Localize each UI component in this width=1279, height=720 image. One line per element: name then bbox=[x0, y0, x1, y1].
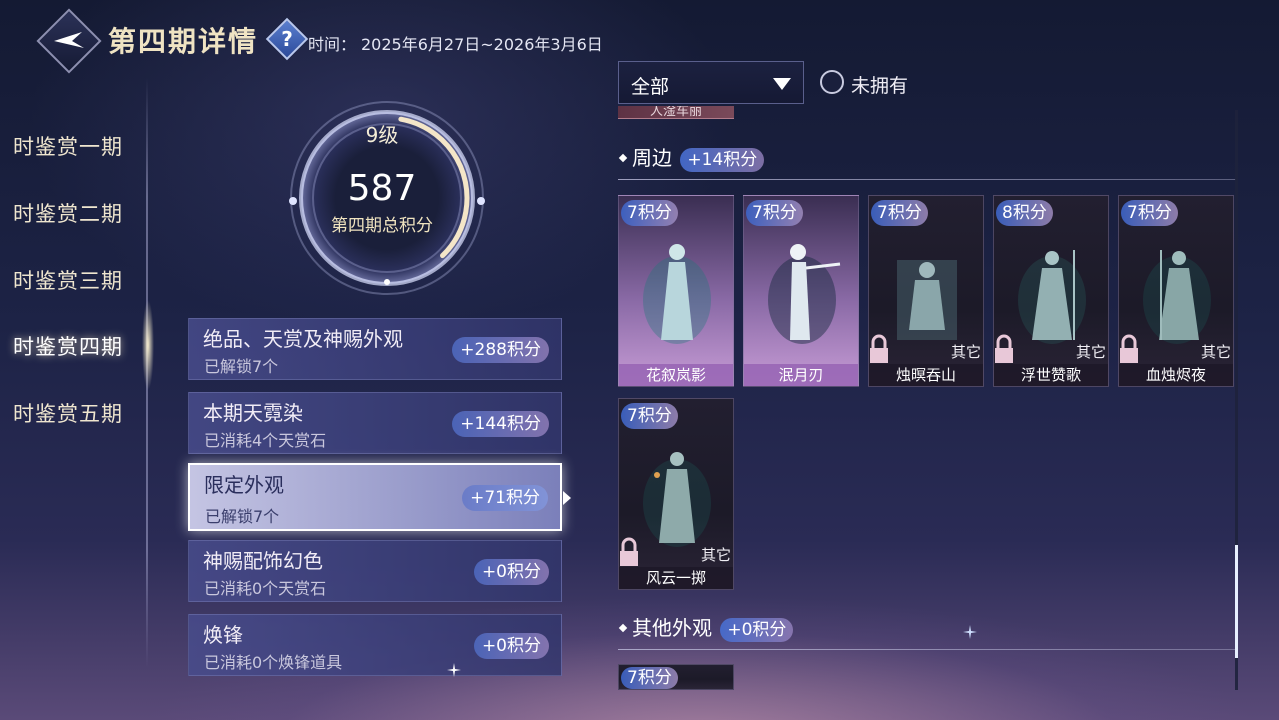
category-subtitle: 已消耗4个天赏石 bbox=[204, 431, 327, 450]
section-divider bbox=[618, 179, 1236, 180]
nav-item-period-4[interactable]: 时鉴赏四期 bbox=[13, 331, 123, 361]
lock-icon bbox=[870, 334, 888, 363]
sparkle-icon bbox=[963, 625, 977, 639]
category-title: 焕锋 bbox=[203, 623, 243, 647]
category-card[interactable]: 神赐配饰幻色 已消耗0个天赏石 +0积分 bbox=[188, 540, 562, 602]
level-text: 9级 bbox=[365, 123, 399, 147]
category-title: 神赐配饰幻色 bbox=[203, 549, 323, 573]
partial-item-name: 人淦车丽 bbox=[649, 106, 702, 119]
item-name: 花叙岚影 bbox=[619, 364, 733, 386]
lock-icon bbox=[620, 537, 638, 566]
item-card[interactable]: 7积分 其它 血烛烬夜 bbox=[1118, 195, 1234, 387]
item-points-badge: 7积分 bbox=[746, 200, 803, 226]
item-name: 浮世赞歌 bbox=[994, 364, 1108, 386]
page-title: 第四期详情 bbox=[108, 25, 259, 58]
character-figure-icon bbox=[643, 452, 711, 547]
item-tag: 其它 bbox=[700, 546, 731, 564]
item-card[interactable]: 7积分 其它 烛暝吞山 bbox=[868, 195, 984, 387]
item-card[interactable]: 7积分 bbox=[618, 664, 734, 690]
category-card-selected[interactable]: 限定外观 已解锁7个 +71积分 bbox=[188, 463, 562, 531]
section-header-other: 其他外观 +0积分 bbox=[618, 612, 794, 642]
diamond-bullet-icon bbox=[618, 623, 628, 633]
category-subtitle: 已解锁7个 bbox=[204, 357, 279, 376]
category-points-badge: +71积分 bbox=[462, 485, 548, 511]
character-figure-icon bbox=[897, 260, 957, 340]
item-tag: 其它 bbox=[1200, 343, 1231, 361]
category-points-badge: +288积分 bbox=[452, 337, 549, 363]
category-title: 本期天霓染 bbox=[203, 401, 303, 425]
item-name: 泯月刃 bbox=[744, 364, 858, 386]
period-value: 2025年6月27日~2026年3月6日 bbox=[361, 35, 603, 54]
nav-item-period-2[interactable]: 时鉴赏二期 bbox=[13, 198, 123, 228]
section-points-badge: +0积分 bbox=[720, 618, 794, 642]
section-header-merch: 周边 +14积分 bbox=[618, 142, 765, 172]
item-card[interactable]: 7积分 花叙岚影 bbox=[618, 195, 734, 387]
character-figure-icon bbox=[1143, 250, 1211, 344]
period-label: 时间： bbox=[308, 35, 357, 54]
filter-selected-value: 全部 bbox=[631, 76, 670, 98]
selected-pointer-icon bbox=[563, 491, 571, 505]
item-name: 风云一掷 bbox=[619, 567, 733, 589]
item-name: 血烛烬夜 bbox=[1119, 364, 1233, 386]
category-card[interactable]: 焕锋 已消耗0个焕锋道具 +0积分 bbox=[188, 614, 562, 676]
unowned-filter-label: 未拥有 bbox=[851, 75, 909, 97]
item-card[interactable]: 7积分 其它 风云一掷 bbox=[618, 398, 734, 590]
nav-item-period-5[interactable]: 时鉴赏五期 bbox=[13, 398, 123, 428]
filter-dropdown[interactable]: 全部 bbox=[618, 61, 804, 104]
character-figure-icon bbox=[643, 244, 711, 344]
category-points-badge: +0积分 bbox=[473, 559, 549, 585]
category-points-badge: +144积分 bbox=[452, 411, 549, 437]
back-arrow-icon bbox=[54, 32, 84, 48]
item-tag: 其它 bbox=[950, 343, 981, 361]
nav-item-period-1[interactable]: 时鉴赏一期 bbox=[13, 131, 123, 161]
total-score-label: 第四期总积分 bbox=[331, 216, 433, 236]
nav-active-glow bbox=[138, 300, 158, 390]
item-points-badge: 7积分 bbox=[621, 667, 678, 689]
category-card[interactable]: 绝品、天赏及神赐外观 已解锁7个 +288积分 bbox=[188, 318, 562, 380]
item-points-badge: 7积分 bbox=[871, 200, 928, 226]
item-card[interactable]: 8积分 其它 浮世赞歌 bbox=[993, 195, 1109, 387]
question-mark-icon: ? bbox=[281, 27, 293, 51]
section-title: 其他外观 bbox=[632, 616, 712, 640]
item-points-badge: 8积分 bbox=[996, 200, 1053, 226]
category-points-badge: +0积分 bbox=[473, 633, 549, 659]
character-figure-icon bbox=[768, 244, 841, 344]
category-title: 绝品、天赏及神赐外观 bbox=[203, 327, 403, 351]
scrollbar-thumb[interactable] bbox=[1235, 545, 1238, 658]
character-figure-icon bbox=[1018, 250, 1086, 344]
item-points-badge: 7积分 bbox=[621, 200, 678, 226]
category-subtitle: 已解锁7个 bbox=[205, 507, 280, 526]
category-subtitle: 已消耗0个天赏石 bbox=[204, 579, 327, 598]
item-points-badge: 7积分 bbox=[1121, 200, 1178, 226]
lock-icon bbox=[1120, 334, 1138, 363]
diamond-bullet-icon bbox=[618, 153, 628, 163]
item-points-badge: 7积分 bbox=[621, 403, 678, 429]
category-title: 限定外观 bbox=[204, 473, 284, 497]
total-score: 587 bbox=[347, 168, 417, 209]
partial-item-card[interactable]: 人淦车丽 bbox=[618, 106, 734, 119]
section-divider bbox=[618, 649, 1236, 650]
sparkle-icon bbox=[447, 663, 461, 677]
section-points-badge: +14积分 bbox=[680, 148, 765, 172]
category-card[interactable]: 本期天霓染 已消耗4个天赏石 +144积分 bbox=[188, 392, 562, 454]
section-title: 周边 bbox=[632, 146, 672, 170]
item-name: 烛暝吞山 bbox=[869, 364, 983, 386]
item-card[interactable]: 7积分 泯月刃 bbox=[743, 195, 859, 387]
category-subtitle: 已消耗0个焕锋道具 bbox=[204, 653, 343, 672]
nav-item-period-3[interactable]: 时鉴赏三期 bbox=[13, 265, 123, 295]
unowned-filter-checkbox[interactable] bbox=[820, 70, 844, 94]
lock-icon bbox=[995, 334, 1013, 363]
chevron-down-icon bbox=[773, 78, 791, 90]
item-tag: 其它 bbox=[1075, 343, 1106, 361]
